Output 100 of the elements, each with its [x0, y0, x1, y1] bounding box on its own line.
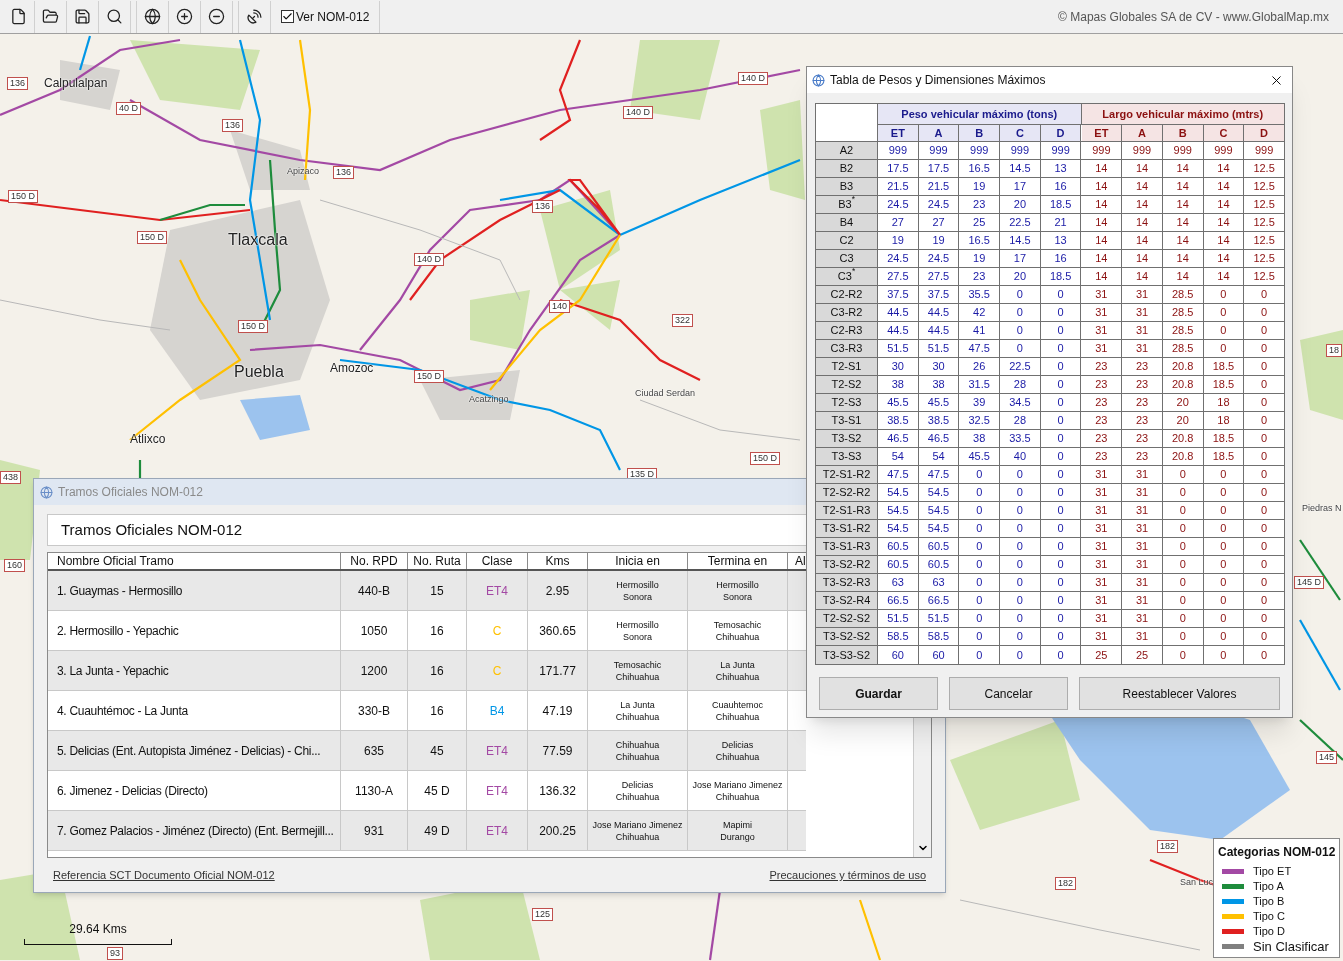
dialog-button[interactable]: Reestablecer Valores — [1079, 677, 1280, 710]
value-cell[interactable]: 0 — [1162, 592, 1204, 609]
value-cell[interactable]: 18 — [1203, 394, 1245, 411]
value-cell[interactable]: 28 — [1000, 412, 1041, 429]
value-cell[interactable]: 0 — [1244, 466, 1285, 483]
value-cell[interactable]: 41 — [959, 322, 1001, 339]
value-cell[interactable]: 0 — [1000, 322, 1041, 339]
value-cell[interactable]: 0 — [1244, 358, 1285, 375]
value-cell[interactable]: 19 — [959, 178, 1001, 195]
value-cell[interactable]: 0 — [1040, 484, 1082, 501]
value-cell[interactable]: 0 — [1040, 610, 1082, 627]
value-cell[interactable]: 37.5 — [918, 286, 960, 303]
value-cell[interactable]: 31 — [1122, 538, 1163, 555]
value-cell[interactable]: 0 — [1000, 484, 1041, 501]
value-cell[interactable]: 60.5 — [918, 538, 960, 555]
value-cell[interactable]: 14 — [1081, 268, 1123, 285]
value-cell[interactable]: 14 — [1162, 232, 1204, 249]
value-cell[interactable]: 44.5 — [878, 304, 919, 321]
value-cell[interactable]: 60.5 — [878, 556, 919, 573]
value-cell[interactable]: 24.5 — [918, 196, 960, 213]
value-cell[interactable]: 14 — [1203, 160, 1245, 177]
value-cell[interactable]: 22.5 — [1000, 358, 1041, 375]
value-cell[interactable]: 31 — [1081, 628, 1123, 645]
value-cell[interactable]: 25 — [1122, 646, 1163, 664]
value-cell[interactable]: 31 — [1122, 574, 1163, 591]
value-cell[interactable]: 25 — [959, 214, 1001, 231]
value-cell[interactable]: 23 — [1122, 430, 1163, 447]
value-cell[interactable]: 0 — [1203, 466, 1245, 483]
value-cell[interactable]: 0 — [1162, 538, 1204, 555]
value-cell[interactable]: 0 — [1244, 538, 1285, 555]
value-cell[interactable]: 14 — [1081, 214, 1123, 231]
value-cell[interactable]: 31 — [1122, 340, 1163, 357]
value-cell[interactable]: 54 — [918, 448, 960, 465]
value-cell[interactable]: 38 — [878, 376, 919, 393]
value-cell[interactable]: 12.5 — [1244, 214, 1285, 231]
value-cell[interactable]: 14 — [1203, 268, 1245, 285]
value-cell[interactable]: 18 — [1203, 412, 1245, 429]
value-cell[interactable]: 44.5 — [878, 322, 919, 339]
value-cell[interactable]: 16.5 — [959, 160, 1001, 177]
value-cell[interactable]: 0 — [1203, 556, 1245, 573]
value-cell[interactable]: 0 — [1162, 466, 1204, 483]
value-cell[interactable]: 23 — [1122, 358, 1163, 375]
value-cell[interactable]: 31 — [1122, 628, 1163, 645]
value-cell[interactable]: 26 — [959, 358, 1001, 375]
value-cell[interactable]: 999 — [1244, 142, 1285, 159]
value-cell[interactable]: 0 — [959, 592, 1001, 609]
column-header[interactable]: No. RPD — [341, 553, 408, 569]
value-cell[interactable]: 38 — [918, 376, 960, 393]
value-cell[interactable]: 31 — [1122, 556, 1163, 573]
value-cell[interactable]: 0 — [1000, 628, 1041, 645]
value-cell[interactable]: 14 — [1162, 214, 1204, 231]
value-cell[interactable]: 66.5 — [918, 592, 960, 609]
value-cell[interactable]: 31 — [1081, 574, 1123, 591]
value-cell[interactable]: 51.5 — [878, 340, 919, 357]
value-cell[interactable]: 35.5 — [959, 286, 1001, 303]
value-cell[interactable]: 37.5 — [878, 286, 919, 303]
value-cell[interactable]: 16.5 — [959, 232, 1001, 249]
value-cell[interactable]: 14 — [1162, 250, 1204, 267]
value-cell[interactable]: 999 — [959, 142, 1001, 159]
value-cell[interactable]: 14 — [1203, 196, 1245, 213]
value-cell[interactable]: 18.5 — [1203, 376, 1245, 393]
value-cell[interactable]: 14 — [1203, 214, 1245, 231]
value-cell[interactable]: 0 — [1244, 610, 1285, 627]
value-cell[interactable]: 17.5 — [878, 160, 919, 177]
table-row[interactable]: 4. Cuauhtémoc - La Junta 330-B 16 B4 47.19 La Junta Chihuahua Cuauhtemoc Chihuahua — [48, 691, 806, 731]
value-cell[interactable]: 0 — [1244, 394, 1285, 411]
value-cell[interactable]: 38 — [959, 430, 1001, 447]
value-cell[interactable]: 31 — [1081, 520, 1123, 537]
value-cell[interactable]: 47.5 — [918, 466, 960, 483]
value-cell[interactable]: 31 — [1081, 556, 1123, 573]
value-cell[interactable]: 0 — [1203, 304, 1245, 321]
value-cell[interactable]: 22.5 — [1000, 214, 1041, 231]
value-cell[interactable]: 21.5 — [918, 178, 960, 195]
value-cell[interactable]: 21.5 — [878, 178, 919, 195]
value-cell[interactable]: 47.5 — [878, 466, 919, 483]
value-cell[interactable]: 0 — [1040, 556, 1082, 573]
value-cell[interactable]: 999 — [1000, 142, 1041, 159]
value-cell[interactable]: 0 — [1040, 448, 1082, 465]
value-cell[interactable]: 0 — [1203, 340, 1245, 357]
value-cell[interactable]: 38.5 — [918, 412, 960, 429]
value-cell[interactable]: 38.5 — [878, 412, 919, 429]
value-cell[interactable]: 12.5 — [1244, 178, 1285, 195]
value-cell[interactable]: 63 — [918, 574, 960, 591]
value-cell[interactable]: 14 — [1203, 250, 1245, 267]
value-cell[interactable]: 0 — [1244, 502, 1285, 519]
table-row[interactable]: 6. Jimenez - Delicias (Directo) 1130-A 45 D ET4 136.32 Delicias Chihuahua Jose Mariano Jimenez Chihuahua — [48, 771, 806, 811]
value-cell[interactable]: 0 — [1244, 484, 1285, 501]
value-cell[interactable]: 0 — [1244, 304, 1285, 321]
value-cell[interactable]: 0 — [1203, 646, 1245, 664]
value-cell[interactable]: 54 — [878, 448, 919, 465]
value-cell[interactable]: 54.5 — [878, 520, 919, 537]
value-cell[interactable]: 54.5 — [918, 502, 960, 519]
value-cell[interactable]: 46.5 — [878, 430, 919, 447]
value-cell[interactable]: 28.5 — [1162, 304, 1204, 321]
value-cell[interactable]: 31 — [1081, 304, 1123, 321]
value-cell[interactable]: 14 — [1122, 232, 1163, 249]
value-cell[interactable]: 0 — [1244, 448, 1285, 465]
value-cell[interactable]: 0 — [1040, 628, 1082, 645]
value-cell[interactable]: 0 — [1244, 574, 1285, 591]
value-cell[interactable]: 0 — [1040, 322, 1082, 339]
